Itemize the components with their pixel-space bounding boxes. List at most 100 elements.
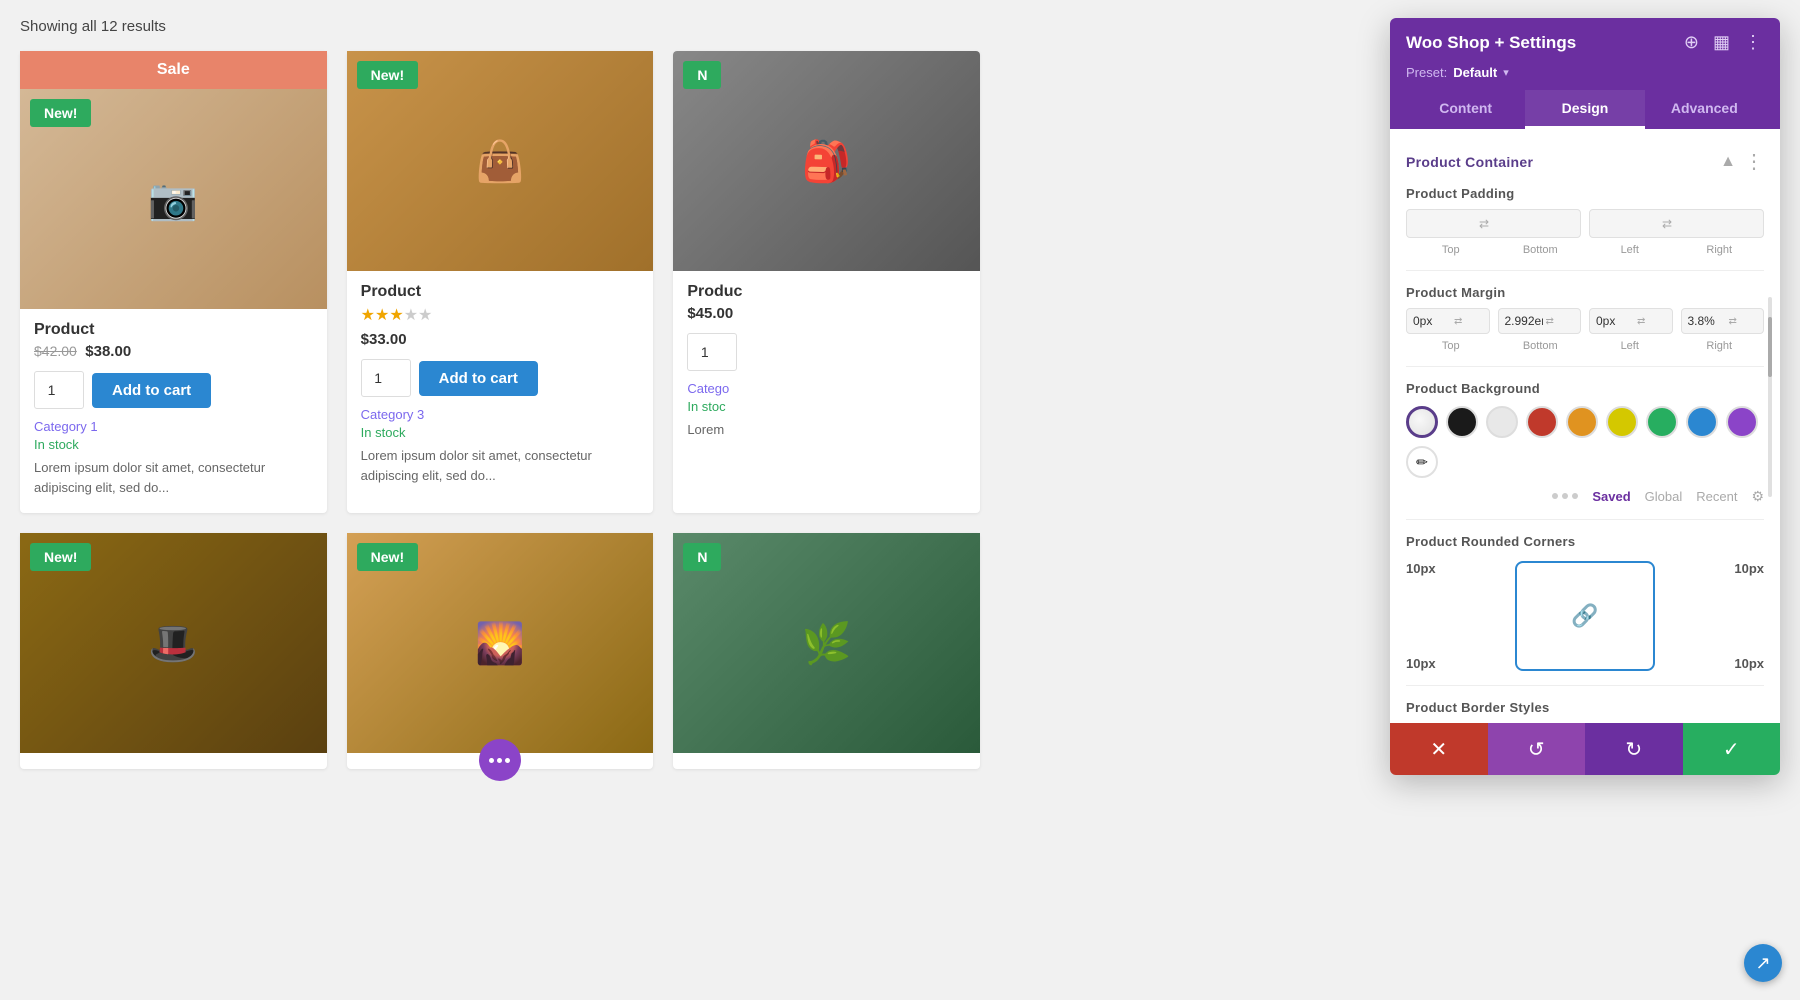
background-section: Product Background ✏ Saved Global Rec [1406, 381, 1764, 505]
panel-title-row: Woo Shop + Settings ⊕ ▦ ⋮ [1406, 30, 1764, 55]
price-new-1: $38.00 [85, 343, 131, 360]
margin-top-link-icon[interactable]: ⇄ [1454, 316, 1462, 327]
product-title-1: Product [34, 321, 313, 339]
section-title: Product Container [1406, 154, 1533, 170]
color-swatch-black[interactable] [1446, 406, 1478, 438]
section-collapse-btn[interactable]: ▲ [1720, 153, 1736, 171]
add-to-cart-btn-1[interactable]: Add to cart [92, 373, 211, 408]
color-tab-saved[interactable]: Saved [1592, 489, 1630, 504]
color-tab-global[interactable]: Global [1645, 489, 1683, 504]
settings-panel: Woo Shop + Settings ⊕ ▦ ⋮ Preset: Defaul… [1390, 18, 1780, 775]
margin-right-link-icon[interactable]: ⇄ [1729, 316, 1737, 327]
tab-advanced[interactable]: Advanced [1645, 90, 1764, 129]
padding-bottom-link-icon[interactable]: ⇄ [1662, 217, 1672, 231]
margin-bottom-input[interactable] [1505, 314, 1543, 328]
price-old-1: $42.00 [34, 343, 77, 359]
padding-bottom-input[interactable] [1598, 216, 1658, 231]
category-link-1[interactable]: Category 1 [34, 419, 313, 434]
floating-scroll-btn[interactable]: ↗ [1744, 944, 1782, 982]
desc-1: Lorem ipsum dolor sit amet, consectetur … [34, 458, 313, 497]
divider-4 [1406, 685, 1764, 686]
margin-top-input[interactable] [1413, 314, 1451, 328]
cart-row-1: Add to cart [34, 371, 313, 409]
product-image-wrap-5: 🌄 New! [347, 533, 654, 753]
margin-right-label: Right [1675, 340, 1765, 352]
color-swatch-gradient[interactable] [1406, 406, 1438, 438]
corner-top-left-val: 10px [1406, 561, 1436, 576]
color-tabs: Saved Global Recent ⚙ [1406, 488, 1764, 505]
product-body-3: Produc $45.00 Catego In stoc Lorem [673, 271, 980, 440]
qty-input-3[interactable] [687, 333, 737, 371]
product-card-1: Sale 📷 New! Product $42.00 $38.00 Add to… [20, 51, 327, 513]
new-badge-4: New! [30, 543, 91, 571]
padding-top-link-icon[interactable]: ⇄ [1479, 217, 1489, 231]
section-more-btn[interactable]: ⋮ [1744, 149, 1764, 174]
category-link-2[interactable]: Category 3 [361, 407, 640, 422]
border-section: Product Border Styles [1406, 700, 1764, 715]
cancel-button[interactable]: ✕ [1390, 723, 1488, 775]
rounded-corners-area: 10px 10px 🔗 10px 10px [1406, 561, 1764, 671]
color-swatch-yellow[interactable] [1606, 406, 1638, 438]
new-badge-6: N [683, 543, 721, 571]
margin-right-field: ⇄ [1681, 308, 1765, 334]
padding-left-label: Left [1585, 244, 1675, 256]
preset-value: Default [1453, 65, 1497, 80]
tab-design[interactable]: Design [1525, 90, 1644, 129]
padding-bottom-label: Bottom [1496, 244, 1586, 256]
focus-icon-btn[interactable]: ⊕ [1682, 30, 1701, 55]
section-actions: ▲ ⋮ [1720, 149, 1764, 174]
rounded-corners-section: Product Rounded Corners 10px 10px 🔗 10px… [1406, 534, 1764, 671]
margin-right-input[interactable] [1688, 314, 1726, 328]
color-swatch-pencil[interactable]: ✏ [1406, 446, 1438, 478]
new-badge-2: New! [357, 61, 418, 89]
tab-content[interactable]: Content [1406, 90, 1525, 129]
product-image-wrap-2: 👜 New! [347, 51, 654, 271]
color-swatch-purple[interactable] [1726, 406, 1758, 438]
undo-button[interactable]: ↺ [1488, 723, 1586, 775]
padding-section: Product Padding ⇄ ⇄ Top Bottom Left Righ… [1406, 186, 1764, 256]
purple-dot-button[interactable] [479, 739, 521, 781]
margin-left-label: Left [1585, 340, 1675, 352]
more-icon-btn[interactable]: ⋮ [1742, 30, 1764, 55]
background-label: Product Background [1406, 381, 1764, 396]
margin-fields-row: ⇄ ⇄ ⇄ ⇄ [1406, 308, 1764, 334]
color-settings-icon[interactable]: ⚙ [1751, 488, 1764, 505]
products-grid-row2: 🎩 New! 🌄 New! 🌿 N [20, 533, 980, 769]
margin-bottom-label: Bottom [1496, 340, 1586, 352]
corner-bottom-right-val: 10px [1734, 656, 1764, 671]
color-swatch-orange[interactable] [1566, 406, 1598, 438]
divider-2 [1406, 366, 1764, 367]
margin-bottom-link-icon[interactable]: ⇄ [1546, 316, 1554, 327]
product-title-2: Product [361, 283, 640, 301]
category-link-3[interactable]: Catego [687, 381, 966, 396]
margin-left-input[interactable] [1596, 314, 1634, 328]
desc-3: Lorem [687, 420, 966, 440]
save-button[interactable]: ✓ [1683, 723, 1781, 775]
product-body-2: Product ★★★★★ $33.00 Add to cart Categor… [347, 271, 654, 485]
qty-input-2[interactable] [361, 359, 411, 397]
margin-bottom-field: ⇄ [1498, 308, 1582, 334]
panel-icons: ⊕ ▦ ⋮ [1682, 30, 1764, 55]
corner-box[interactable]: 🔗 [1515, 561, 1655, 671]
color-swatch-red[interactable] [1526, 406, 1558, 438]
padding-top-input[interactable] [1415, 216, 1475, 231]
margin-left-link-icon[interactable]: ⇄ [1637, 316, 1645, 327]
new-badge-3: N [683, 61, 721, 89]
color-tab-recent[interactable]: Recent [1696, 489, 1737, 504]
cart-row-3 [687, 333, 966, 371]
preset-label: Preset: [1406, 65, 1447, 80]
scroll-thumb [1768, 317, 1772, 377]
margin-section: Product Margin ⇄ ⇄ ⇄ ⇄ [1406, 285, 1764, 352]
color-swatches: ✏ [1406, 406, 1764, 478]
add-to-cart-btn-2[interactable]: Add to cart [419, 361, 538, 396]
redo-button[interactable]: ↻ [1585, 723, 1683, 775]
color-swatch-green[interactable] [1646, 406, 1678, 438]
qty-input-1[interactable] [34, 371, 84, 409]
corner-bottom-left-val: 10px [1406, 656, 1436, 671]
color-swatch-lightgray[interactable] [1486, 406, 1518, 438]
grid-icon-btn[interactable]: ▦ [1711, 30, 1732, 55]
price-2: $33.00 [361, 331, 407, 348]
product-card-2: 👜 New! Product ★★★★★ $33.00 Add to cart … [347, 51, 654, 513]
corner-left-vals: 10px 10px [1406, 561, 1436, 671]
color-swatch-blue[interactable] [1686, 406, 1718, 438]
